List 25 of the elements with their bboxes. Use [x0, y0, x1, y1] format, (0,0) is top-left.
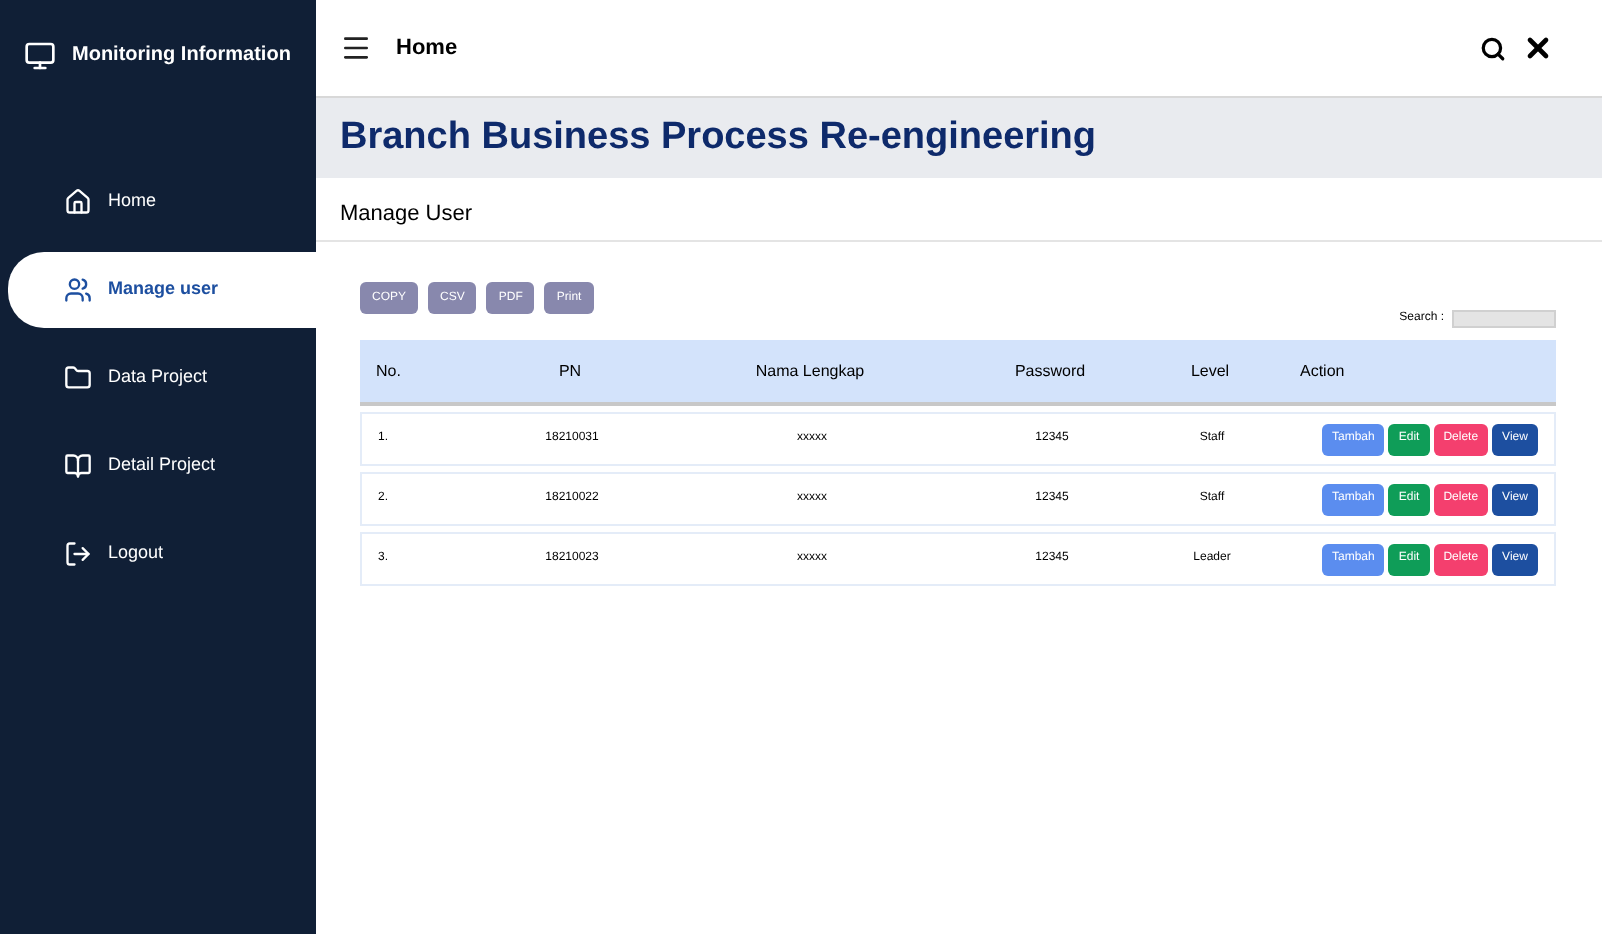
- search-field[interactable]: [1452, 310, 1556, 328]
- sidebar-item[interactable]: Logout: [8, 516, 316, 592]
- page-title: Branch Business Process Re-engineering: [340, 113, 1097, 162]
- sidebar-item[interactable]: Data Project: [8, 340, 316, 416]
- book-icon: [64, 452, 92, 480]
- fullscreen-icon[interactable]: [1522, 32, 1554, 64]
- sidebar-item[interactable]: Manage user: [8, 252, 316, 328]
- column-header: Level: [1188, 359, 1232, 383]
- column-header: Password: [1012, 359, 1088, 383]
- users-icon: [64, 276, 92, 304]
- monitor-icon: [24, 39, 56, 71]
- sidebar-item[interactable]: Detail Project: [8, 428, 316, 504]
- search-icon[interactable]: [1480, 35, 1506, 61]
- home-icon: [64, 188, 92, 216]
- column-header: No.: [376, 359, 403, 383]
- logout-icon: [64, 540, 92, 568]
- sidebar-item[interactable]: Home: [8, 164, 316, 240]
- column-header: Action: [1298, 359, 1347, 383]
- section-title: Manage User: [340, 202, 473, 226]
- brand-title: Monitoring Information: [72, 42, 291, 70]
- column-header: Nama Lengkap: [753, 359, 867, 383]
- header-title: Home: [396, 33, 458, 64]
- menu-icon[interactable]: [340, 32, 372, 64]
- folder-icon: [64, 364, 92, 392]
- column-header: PN: [556, 359, 584, 383]
